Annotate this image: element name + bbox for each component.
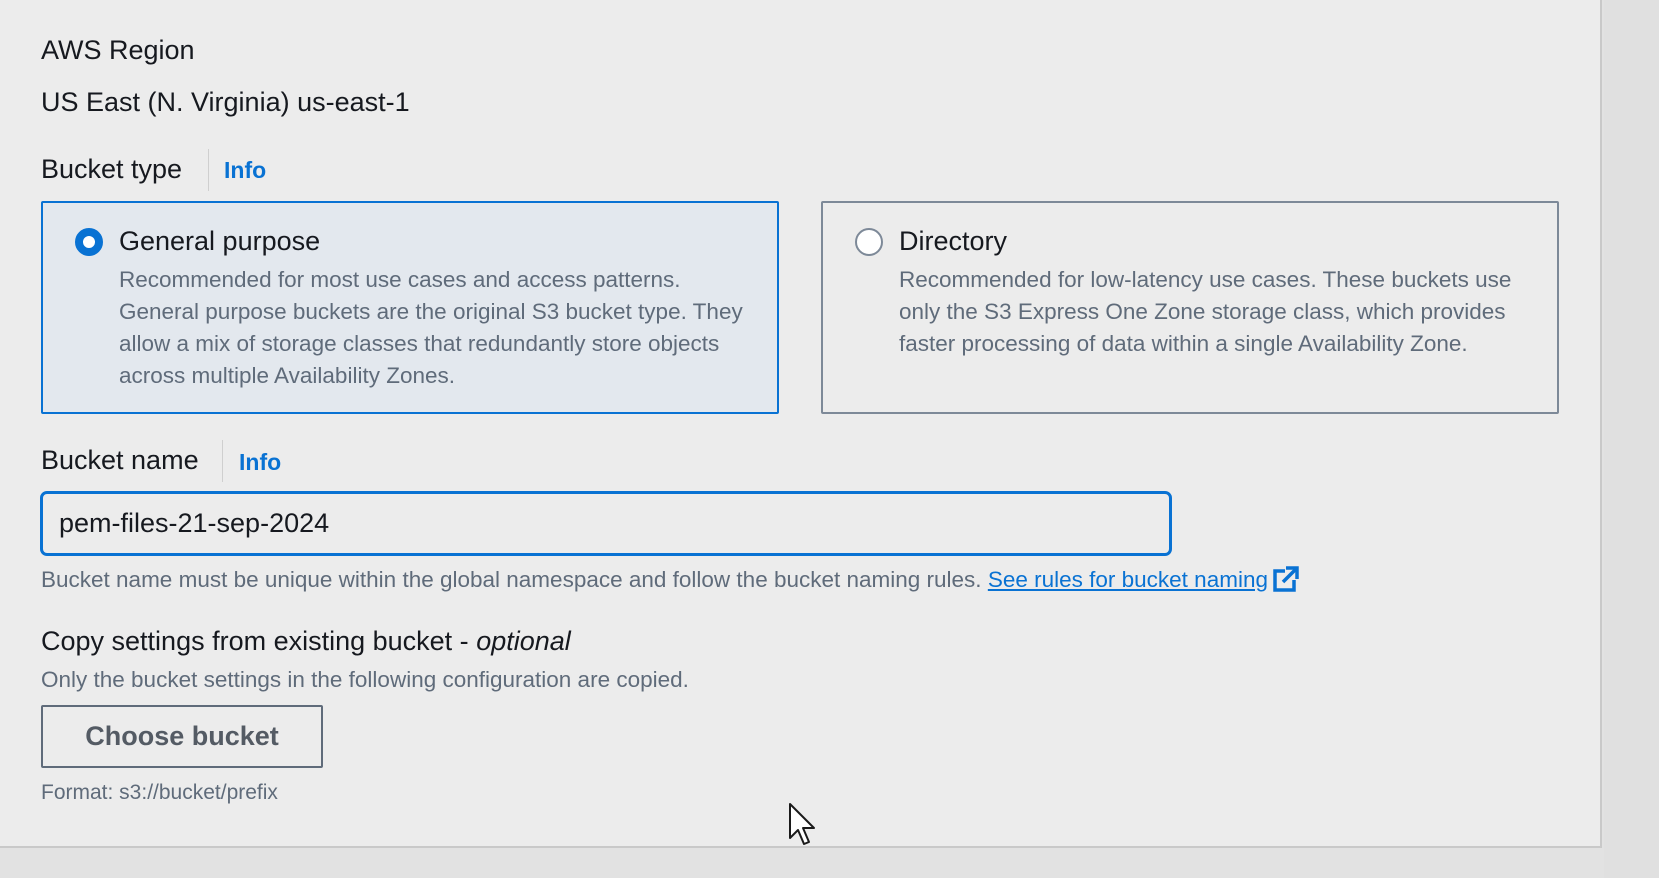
info-separator bbox=[222, 440, 223, 482]
bucket-name-label: Bucket name bbox=[41, 445, 199, 475]
format-hint: Format: s3://bucket/prefix bbox=[41, 781, 278, 804]
region-label: AWS Region bbox=[41, 35, 195, 65]
radio-general-purpose[interactable] bbox=[75, 228, 103, 256]
choose-bucket-button[interactable]: Choose bucket bbox=[41, 705, 323, 768]
bucket-name-hint-text: Bucket name must be unique within the gl… bbox=[41, 567, 982, 592]
page-background-strip bbox=[1604, 0, 1659, 878]
option-title: Directory bbox=[899, 226, 1008, 256]
bucket-name-input[interactable] bbox=[40, 491, 1172, 556]
mouse-cursor-icon bbox=[788, 802, 818, 851]
optional-text: optional bbox=[476, 626, 571, 656]
bucket-type-option-general-purpose[interactable]: General purpose Recommended for most use… bbox=[41, 201, 779, 414]
copy-settings-label: Copy settings from existing bucket - opt… bbox=[41, 624, 571, 658]
option-title: General purpose bbox=[119, 226, 321, 256]
bucket-type-option-directory[interactable]: Directory Recommended for low-latency us… bbox=[821, 201, 1559, 414]
bucket-config-panel: AWS Region US East (N. Virginia) us-east… bbox=[0, 0, 1602, 848]
bucket-type-label: Bucket type bbox=[41, 154, 183, 184]
external-link-icon bbox=[1272, 565, 1300, 602]
bucket-naming-rules-link[interactable]: See rules for bucket naming bbox=[987, 566, 1300, 592]
rules-link-text: See rules for bucket naming bbox=[987, 567, 1268, 592]
bucket-name-hint: Bucket name must be unique within the gl… bbox=[41, 564, 1300, 602]
copy-settings-description: Only the bucket settings in the followin… bbox=[41, 667, 689, 692]
copy-settings-label-text: Copy settings from existing bucket - bbox=[41, 626, 477, 656]
option-description: Recommended for low-latency use cases. T… bbox=[899, 267, 1512, 356]
info-separator bbox=[208, 149, 209, 191]
region-value: US East (N. Virginia) us-east-1 bbox=[41, 87, 410, 117]
radio-directory[interactable] bbox=[855, 228, 883, 256]
option-description: Recommended for most use cases and acces… bbox=[119, 267, 743, 388]
bucket-type-info-link[interactable]: Info bbox=[224, 153, 266, 187]
bucket-name-info-link[interactable]: Info bbox=[239, 445, 281, 479]
